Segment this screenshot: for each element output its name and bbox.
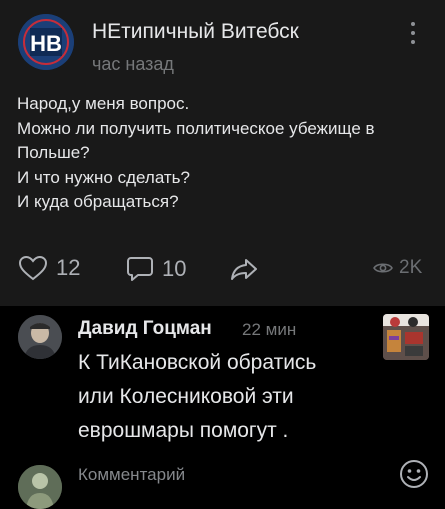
post-card: НВ НЕтипичный Витебск час назад Народ,у … bbox=[0, 0, 445, 306]
post-text-line: Польше? bbox=[17, 143, 90, 162]
more-vertical-icon[interactable] bbox=[409, 22, 417, 50]
comment-icon bbox=[127, 257, 153, 281]
post-text-line: И куда обращаться? bbox=[17, 192, 179, 211]
user-avatar-icon bbox=[18, 315, 62, 359]
comment-button[interactable]: 10 bbox=[126, 255, 186, 283]
heart-icon bbox=[18, 255, 48, 281]
likes-count: 12 bbox=[56, 255, 81, 280]
share-button[interactable] bbox=[229, 257, 259, 281]
comment-text-line: К ТиКановской обратись bbox=[78, 351, 317, 374]
comment-text-line: еврошмары помогут . bbox=[78, 419, 289, 442]
group-name[interactable]: НЕтипичный Витебск bbox=[92, 20, 299, 44]
comments-count: 10 bbox=[162, 256, 187, 281]
svg-text:НВ: НВ bbox=[30, 31, 62, 56]
post-text: Народ,у меня вопрос. Можно ли получить п… bbox=[17, 92, 432, 215]
group-logo-icon: НВ bbox=[18, 14, 74, 70]
views-counter: 2K bbox=[373, 257, 422, 279]
comment-attachment-image[interactable] bbox=[383, 314, 429, 360]
current-user-avatar[interactable] bbox=[18, 465, 62, 509]
comment-time: 22 мин bbox=[242, 320, 297, 339]
comment-author[interactable]: Давид Гоцман bbox=[78, 318, 212, 340]
post-time: час назад bbox=[92, 54, 174, 74]
comment-text: К ТиКановской обратись или Колесниковой … bbox=[78, 346, 378, 448]
group-avatar[interactable]: НВ bbox=[18, 14, 74, 70]
post-text-line: Можно ли получить политическое убежище в bbox=[17, 118, 375, 138]
comment-input[interactable]: Комментарий bbox=[78, 465, 185, 485]
emoji-button[interactable] bbox=[398, 458, 430, 490]
like-button[interactable]: 12 bbox=[18, 255, 80, 281]
comment-text-line: или Колесниковой эти bbox=[78, 385, 294, 408]
attachment-thumbnail-icon bbox=[383, 314, 429, 360]
post-text-line: И что нужно сделать? bbox=[17, 167, 190, 187]
emoji-icon bbox=[400, 460, 428, 488]
post-text-line: Народ,у меня вопрос. bbox=[17, 94, 190, 113]
share-icon bbox=[231, 259, 257, 280]
eye-icon bbox=[373, 263, 393, 273]
comment-author-avatar[interactable] bbox=[18, 315, 62, 359]
user-avatar-icon bbox=[18, 465, 62, 509]
views-count: 2K bbox=[399, 257, 423, 278]
